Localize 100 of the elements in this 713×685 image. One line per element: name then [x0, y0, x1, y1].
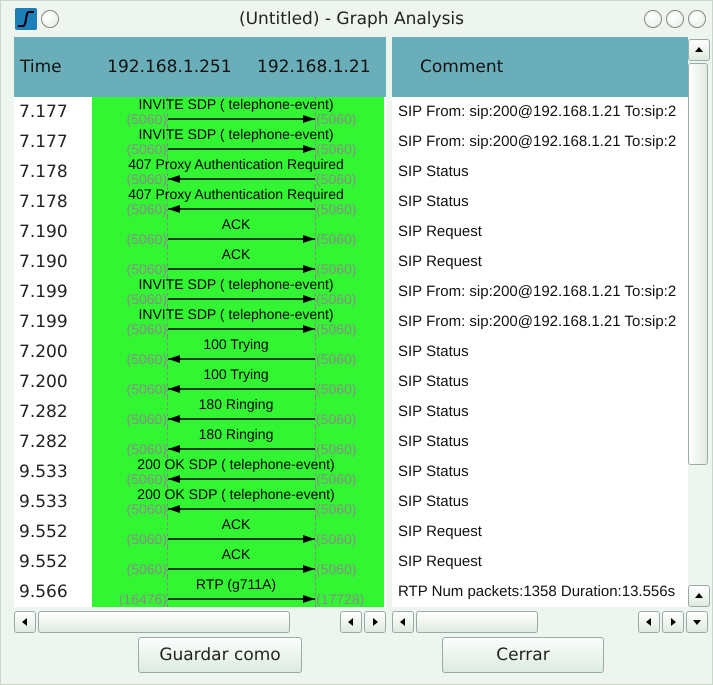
left-arrow-icon [21, 618, 29, 626]
port-label: (5060) [316, 502, 356, 517]
message-label: ACK [222, 247, 252, 262]
comment-header-label: Comment [419, 57, 504, 77]
window-menu-button[interactable] [41, 10, 59, 28]
port-label: (5060) [126, 502, 167, 517]
comment-cell-text: SIP Request [397, 222, 482, 242]
port-label: (5060) [126, 382, 167, 397]
port-label: (5060) [126, 202, 167, 217]
comment-cell-text: SIP From: sip:200@192.168.1.21 To:sip:2 [397, 132, 676, 152]
message-label: INVITE SDP ( telephone-event) [138, 97, 335, 112]
comment-cell-text: SIP Request [397, 522, 482, 542]
minimize-button[interactable] [644, 10, 662, 28]
up-arrow-icon [695, 592, 703, 600]
close-dialog-button[interactable]: Cerrar [442, 637, 604, 673]
time-cell-text: 7.282 [18, 401, 69, 424]
scroll-right-button[interactable] [662, 611, 684, 633]
port-label: (5060) [126, 262, 167, 277]
message-label: 180 Ringing [198, 397, 274, 412]
port-label: (5060) [316, 382, 356, 397]
save-as-button[interactable]: Guardar como [138, 637, 302, 673]
down-arrow-icon [693, 618, 701, 626]
port-label: (5060) [316, 112, 356, 127]
port-label: (5060) [126, 232, 167, 247]
right-arrow-icon [371, 618, 379, 626]
port-label: (5060) [316, 202, 356, 217]
time-cell-text: 7.200 [18, 371, 69, 394]
port-label: (5060) [126, 292, 167, 307]
port-label: (5060) [126, 472, 167, 487]
time-cell-text: 7.177 [18, 131, 69, 154]
message-label: 200 OK SDP ( telephone-event) [137, 487, 335, 502]
scroll-left-button[interactable] [392, 611, 414, 633]
message-label: INVITE SDP ( telephone-event) [138, 277, 334, 292]
scroll-right-button[interactable] [364, 611, 386, 633]
comment-cell-text: SIP Status [397, 162, 469, 182]
comment-cell-text: SIP Status [397, 372, 469, 392]
port-label: (5060) [126, 112, 167, 127]
port-label: (5060) [316, 262, 356, 277]
message-label: 200 OK SDP ( telephone-event) [137, 457, 335, 472]
time-cell-text: 7.190 [18, 221, 69, 244]
port-label: (5060) [126, 172, 167, 187]
message-label: ACK [222, 547, 252, 562]
port-label: (5060) [316, 472, 356, 487]
message-label: ACK [222, 517, 252, 532]
comment-cell-text: SIP Status [397, 192, 469, 212]
time-cell-text: 9.552 [18, 521, 69, 544]
comment-cell-text: SIP From: sip:200@192.168.1.21 To:sip:2 [397, 282, 676, 302]
left-arrow-icon [347, 618, 355, 626]
port-label: (5060) [316, 142, 356, 157]
time-header: Time [19, 57, 63, 77]
port-label: (5060) [316, 532, 356, 547]
window-title: (Untitled) - Graph Analysis [238, 9, 466, 29]
maximize-button[interactable] [666, 10, 684, 28]
port-label: (5060) [316, 412, 356, 427]
port-label: (5060) [126, 442, 167, 457]
port-label: (5060) [316, 292, 356, 307]
scrollbar-thumb[interactable] [688, 63, 708, 465]
port-label: (5060) [126, 352, 167, 367]
scroll-left-button[interactable] [14, 611, 36, 633]
time-cell-text: 7.199 [18, 311, 69, 334]
time-cell-text: 9.533 [18, 461, 69, 484]
comment-cell-text: SIP Request [397, 552, 482, 572]
scroll-down-button[interactable] [686, 611, 708, 633]
time-cell-text: 9.552 [18, 551, 69, 574]
message-label: 407 Proxy Authentication Required [128, 157, 344, 172]
message-label: INVITE SDP ( telephone-event) [138, 127, 334, 142]
scroll-left-button[interactable] [340, 611, 362, 633]
comment-cell-text: SIP From: sip:200@192.168.1.21 To:sip:2 [397, 312, 676, 332]
scroll-left-button[interactable] [638, 611, 660, 633]
message-label: RTP (g711A) [196, 577, 278, 592]
time-cell-text: 7.178 [18, 191, 69, 214]
up-arrow-icon [695, 46, 703, 54]
time-cell-text: 7.282 [18, 431, 69, 454]
port-label: (5060) [316, 352, 356, 367]
time-cell-text: 7.177 [18, 101, 69, 124]
left-arrow-icon [645, 618, 653, 626]
port-label: (5060) [316, 442, 356, 457]
port-label: (5060) [126, 142, 167, 157]
message-label: ACK [222, 217, 252, 232]
comment-cell-text: SIP Status [397, 492, 469, 512]
scrollbar-thumb[interactable] [38, 611, 290, 633]
time-cell-text: 9.533 [18, 491, 69, 514]
comment-cell-text: SIP Status [397, 342, 469, 362]
scroll-up-button[interactable] [688, 585, 710, 607]
port-label: (5060) [316, 322, 356, 337]
comment-cell-text: SIP Status [397, 402, 469, 422]
comment-cell-text: SIP Status [397, 432, 469, 452]
scroll-up-button[interactable] [688, 39, 710, 61]
scrollbar-thumb[interactable] [416, 611, 538, 633]
comment-cell-text: SIP Request [397, 252, 482, 272]
comment-cell-text: SIP From: sip:200@192.168.1.21 To:sip:2 [397, 102, 676, 122]
port-label: (5060) [316, 172, 356, 187]
comment-cell-text: SIP Status [397, 462, 469, 482]
time-cell-text: 7.190 [18, 251, 69, 274]
close-button[interactable] [688, 10, 706, 28]
app-icon [15, 8, 37, 30]
port-label: (5060) [316, 562, 356, 577]
time-cell-text: 7.200 [18, 341, 69, 364]
host-header: 192.168.1.21 [256, 57, 372, 77]
message-label: 100 Trying [203, 367, 270, 382]
